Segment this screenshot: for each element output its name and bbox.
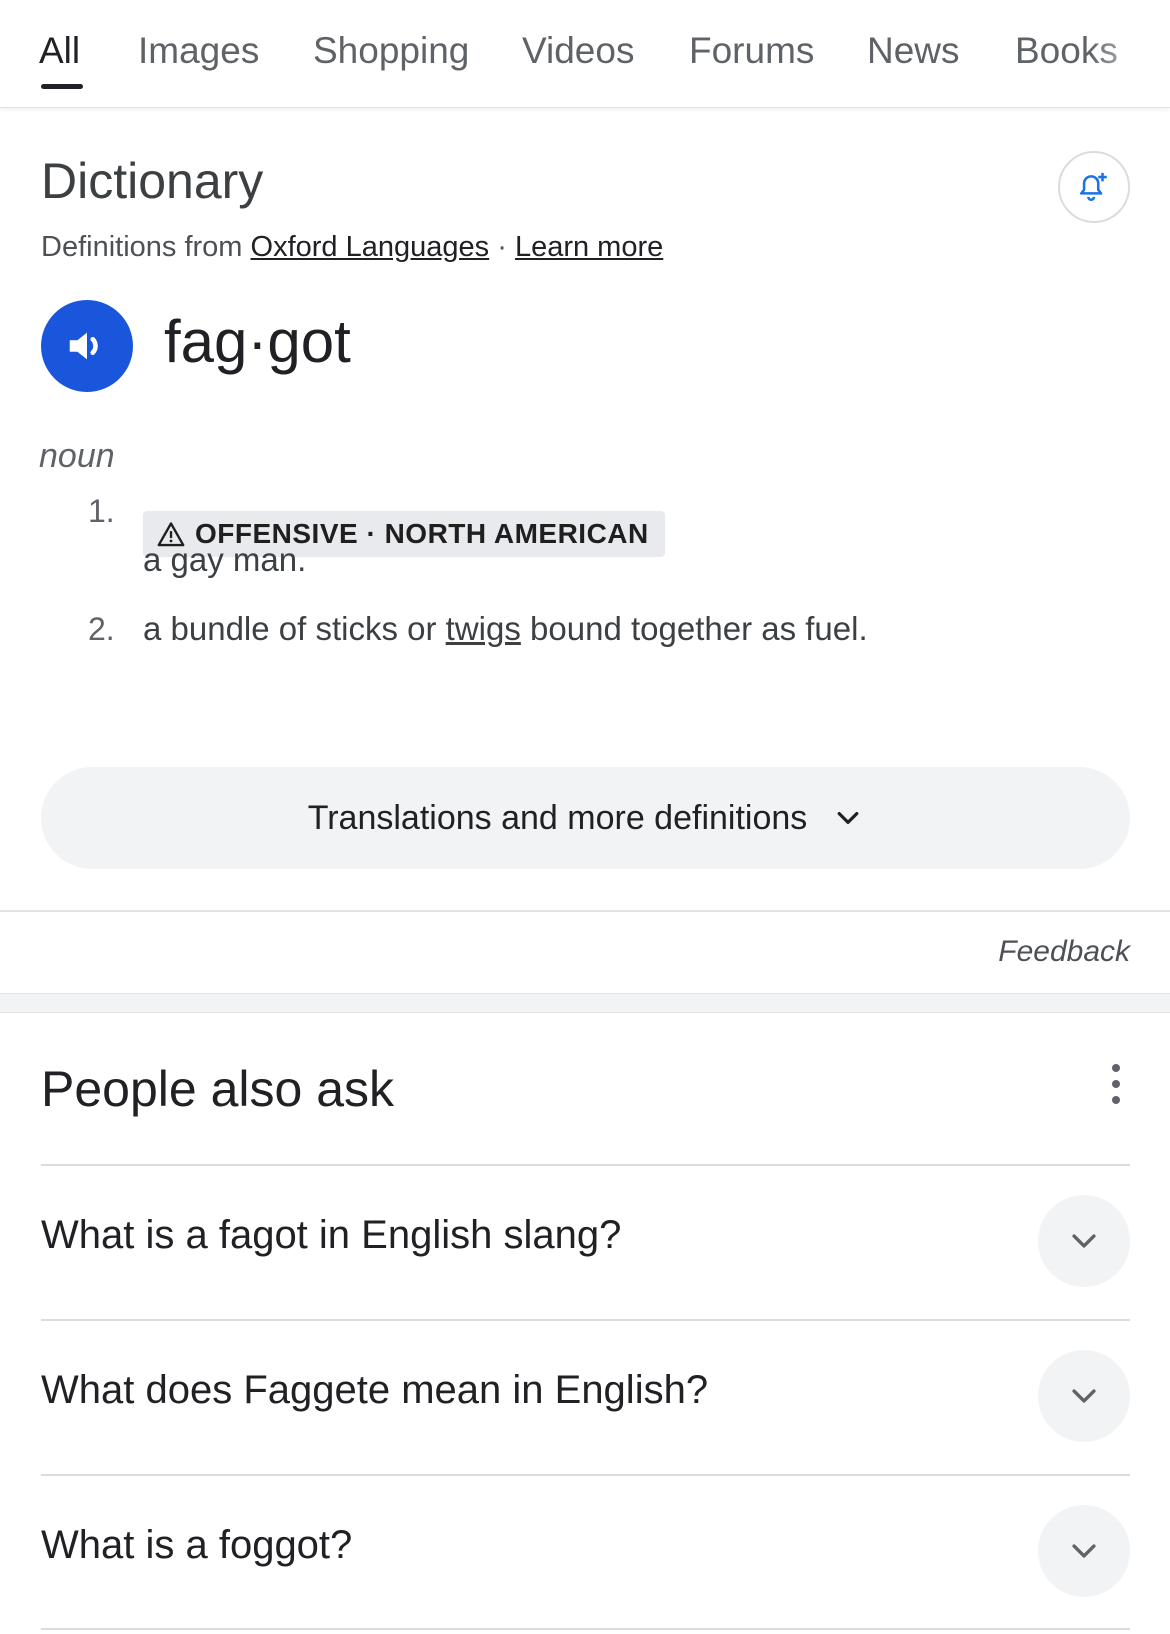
source-separator: · (497, 231, 507, 263)
more-definitions-label: Translations and more definitions (307, 798, 808, 837)
more-vert-icon[interactable] (1105, 1064, 1127, 1104)
volume-speaker-icon (69, 332, 98, 360)
source-prefix: Definitions from (41, 231, 243, 263)
expand-question-2-button[interactable] (1038, 1350, 1130, 1442)
chevron-down-icon (1072, 1389, 1096, 1403)
tab-images[interactable]: Images (138, 30, 259, 72)
active-tab-indicator (41, 84, 83, 89)
definition-text-1: a gay man. (143, 541, 307, 578)
definition-text-2-after: bound together as fuel. (530, 610, 868, 647)
pronunciation-button[interactable] (41, 300, 133, 392)
people-also-ask-title: People also ask (41, 1061, 395, 1117)
expand-question-3-button[interactable] (1038, 1505, 1130, 1597)
section-separator (0, 993, 1170, 1013)
expand-question-1-button[interactable] (1038, 1195, 1130, 1287)
question-divider (41, 1628, 1130, 1630)
add-alert-button[interactable] (1058, 151, 1130, 223)
question-1[interactable]: What is a fagot in English slang? (41, 1213, 621, 1258)
tabs-fade (1090, 0, 1170, 100)
question-divider (41, 1474, 1130, 1476)
tab-news[interactable]: News (867, 30, 960, 72)
twigs-link[interactable]: twigs (446, 610, 521, 647)
question-2[interactable]: What does Faggete mean in English? (41, 1368, 708, 1413)
learn-more-link[interactable]: Learn more (515, 231, 663, 263)
translations-more-definitions-button[interactable]: Translations and more definitions (41, 767, 1130, 869)
feedback-link[interactable]: Feedback (998, 935, 1130, 969)
definition-number-1: 1. (88, 493, 115, 529)
chevron-down-icon (837, 812, 859, 824)
question-3[interactable]: What is a foggot? (41, 1523, 352, 1568)
tab-forums[interactable]: Forums (689, 30, 814, 72)
definition-text-2: a bundle of sticks or twigs bound togeth… (143, 610, 868, 648)
oxford-languages-link[interactable]: Oxford Languages (251, 231, 490, 263)
part-of-speech: noun (39, 437, 115, 475)
chevron-down-icon (1072, 1544, 1096, 1558)
dictionary-title: Dictionary (41, 153, 264, 209)
definition-text-2-before: a bundle of sticks or (143, 610, 437, 647)
add-alert-bell-icon (1079, 172, 1107, 201)
search-tabs-bar: All Images Shopping Videos Forums News B… (0, 0, 1170, 108)
dictionary-source: Definitions from Oxford Languages · Lear… (41, 231, 663, 264)
chevron-down-icon (1072, 1234, 1096, 1248)
tab-shopping[interactable]: Shopping (313, 30, 469, 72)
divider (0, 910, 1170, 912)
question-divider (41, 1319, 1130, 1321)
headword: fag·got (164, 308, 351, 375)
tab-videos[interactable]: Videos (522, 30, 634, 72)
definition-number-2: 2. (88, 611, 115, 647)
tab-all[interactable]: All (39, 30, 80, 72)
question-divider (41, 1164, 1130, 1166)
